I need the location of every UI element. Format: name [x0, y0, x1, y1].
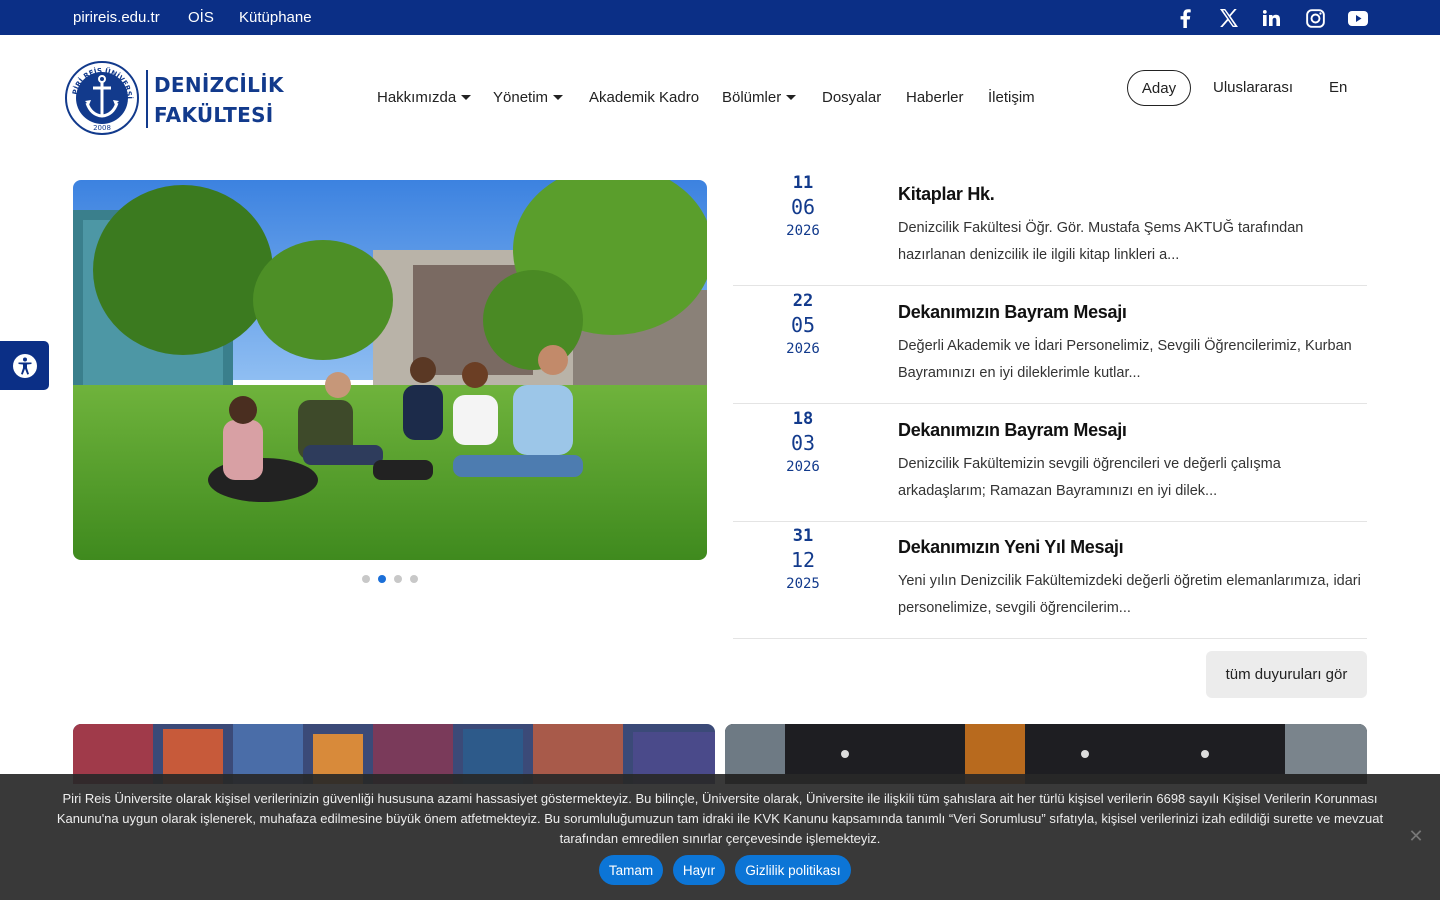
- top-bar: pirireis.edu.tr OİS Kütüphane: [0, 0, 1440, 35]
- cookie-policy-button[interactable]: Gizlilik politikası: [735, 855, 851, 885]
- linkedin-icon[interactable]: [1260, 7, 1282, 29]
- nav-label: İletişim: [988, 89, 1035, 106]
- nav-dosyalar[interactable]: Dosyalar: [822, 89, 881, 106]
- chevron-down-icon: [553, 95, 564, 100]
- news-item[interactable]: 11 06 2026 Kitaplar Hk. Denizcilik Fakül…: [733, 168, 1367, 286]
- instagram-icon[interactable]: [1304, 7, 1326, 29]
- university-seal-icon: PİRİ REİS ÜNİVERSİTESİ 2008: [65, 61, 139, 135]
- x-icon[interactable]: [1217, 7, 1239, 29]
- news-desc: Yeni yılın Denizcilik Fakültemizdeki değ…: [898, 573, 1361, 616]
- news-date: 31 12 2025: [753, 525, 853, 595]
- nav-yonetim[interactable]: Yönetim: [493, 89, 564, 106]
- news-month: 03: [790, 431, 816, 455]
- nav-hakkimizda[interactable]: Hakkımızda: [377, 89, 472, 106]
- accessibility-icon: [12, 353, 37, 378]
- news-desc: Denizcilik Fakültemizin sevgili öğrencil…: [898, 456, 1281, 499]
- international-link[interactable]: Uluslararası: [1213, 79, 1293, 96]
- nav-akademik-kadro[interactable]: Akademik Kadro: [589, 89, 699, 106]
- news-date: 11 06 2026: [753, 172, 853, 242]
- news-day: 18: [792, 409, 814, 429]
- news-title[interactable]: Kitaplar Hk.: [898, 184, 995, 205]
- nav-bolumler[interactable]: Bölümler: [722, 89, 797, 106]
- library-link[interactable]: Kütüphane: [239, 9, 312, 26]
- news-title[interactable]: Dekanımızın Bayram Mesajı: [898, 420, 1127, 441]
- news-month: 06: [790, 195, 816, 219]
- cookie-reject-button[interactable]: Hayır: [673, 855, 725, 885]
- cookie-text: Piri Reis Üniversite olarak kişisel veri…: [56, 791, 1384, 846]
- nav-label: Dosyalar: [822, 89, 882, 106]
- news-date: 22 05 2026: [753, 290, 853, 360]
- youtube-icon[interactable]: [1347, 7, 1369, 29]
- close-icon[interactable]: ✕: [1408, 827, 1424, 845]
- news-year: 2026: [786, 459, 820, 475]
- slider-dot[interactable]: [362, 575, 370, 583]
- nav-label: Yönetim: [493, 89, 549, 106]
- hero-slider[interactable]: [73, 180, 707, 560]
- pirireis-link[interactable]: pirireis.edu.tr: [73, 9, 160, 26]
- all-announcements-button[interactable]: tüm duyuruları gör: [1206, 651, 1367, 698]
- cookie-accept-button[interactable]: Tamam: [599, 855, 663, 885]
- cookie-banner: Piri Reis Üniversite olarak kişisel veri…: [0, 774, 1440, 900]
- nav-label: Hakkımızda: [377, 89, 457, 106]
- news-desc: Denizcilik Fakültesi Öğr. Gör. Mustafa Ş…: [898, 220, 1304, 263]
- chevron-down-icon: [786, 95, 797, 100]
- news-date: 18 03 2026: [753, 408, 853, 478]
- logo-line1: DENİZCİLİK: [154, 73, 284, 97]
- nav-label: Akademik Kadro: [589, 89, 700, 106]
- nav-label: Haberler: [906, 89, 964, 106]
- svg-text:2008: 2008: [93, 124, 111, 132]
- logo-line2: FAKÜLTESİ: [154, 103, 274, 127]
- slider-dot[interactable]: [394, 575, 402, 583]
- news-year: 2026: [786, 223, 820, 239]
- nav-iletisim[interactable]: İletişim: [988, 89, 1035, 106]
- language-switch[interactable]: En: [1329, 79, 1347, 96]
- news-month: 12: [790, 548, 816, 572]
- ois-link[interactable]: OİS: [188, 9, 214, 26]
- chevron-down-icon: [461, 95, 472, 100]
- aday-button[interactable]: Aday: [1127, 70, 1191, 106]
- facebook-icon[interactable]: [1174, 7, 1196, 29]
- nav-label: Bölümler: [722, 89, 782, 106]
- news-year: 2026: [786, 341, 820, 357]
- news-day: 22: [792, 291, 814, 311]
- campus-photo: [73, 180, 707, 560]
- logo-wordmark: DENİZCİLİK FAKÜLTESİ: [148, 70, 284, 130]
- news-item[interactable]: 18 03 2026 Dekanımızın Bayram Mesajı Den…: [733, 404, 1367, 522]
- accessibility-button[interactable]: [0, 341, 49, 390]
- news-day: 31: [792, 526, 814, 546]
- nav-haberler[interactable]: Haberler: [906, 89, 964, 106]
- slider-dot[interactable]: [410, 575, 418, 583]
- news-title[interactable]: Dekanımızın Bayram Mesajı: [898, 302, 1127, 323]
- slider-dot-active[interactable]: [378, 575, 386, 583]
- news-year: 2025: [786, 576, 820, 592]
- news-title[interactable]: Dekanımızın Yeni Yıl Mesajı: [898, 537, 1124, 558]
- news-day: 11: [792, 173, 814, 193]
- news-item[interactable]: 22 05 2026 Dekanımızın Bayram Mesajı Değ…: [733, 286, 1367, 404]
- news-item[interactable]: 31 12 2025 Dekanımızın Yeni Yıl Mesajı Y…: [733, 521, 1367, 639]
- news-month: 05: [790, 313, 816, 337]
- news-desc: Değerli Akademik ve İdari Personelimiz, …: [898, 338, 1352, 381]
- slider-dots: [362, 575, 418, 583]
